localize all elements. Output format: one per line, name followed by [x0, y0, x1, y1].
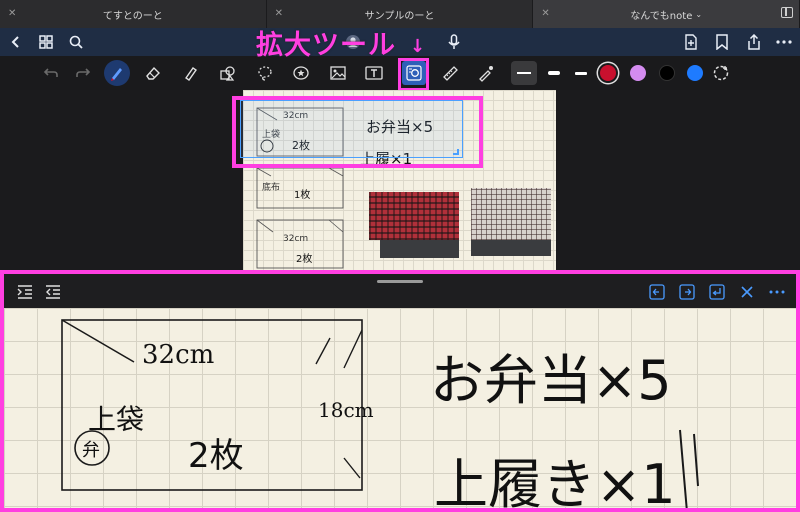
pen-icon[interactable]: [104, 60, 130, 86]
laser-pointer-icon[interactable]: [475, 62, 497, 84]
zoom-note-1: お弁当×5: [430, 349, 672, 412]
eraser-icon[interactable]: [142, 62, 164, 84]
tab-label: サンプルのーと: [364, 10, 435, 22]
annotation-page-highlight: [232, 96, 483, 168]
close-icon[interactable]: ✕: [541, 8, 549, 19]
ruler-icon[interactable]: [439, 62, 461, 84]
color-lavender-swatch[interactable]: [630, 65, 646, 81]
back-icon[interactable]: [6, 32, 26, 52]
zoom-writing-canvas[interactable]: 32cm 18cm 上袋 弁 2枚 お弁当×5 上履き×1: [4, 308, 796, 512]
color-picker-icon[interactable]: [710, 62, 732, 84]
new-line-icon[interactable]: [708, 283, 726, 301]
more-icon[interactable]: [774, 32, 794, 52]
annotation-label: 拡大ツール: [256, 30, 396, 61]
tab-nandemo-note[interactable]: ✕ なんでもnote ⌄: [533, 0, 800, 28]
mic-icon[interactable]: [444, 32, 464, 52]
tab-bar: ✕ てすとのーと ✕ サンプルのーと ✕ なんでもnote ⌄: [0, 0, 800, 28]
fabric-grey-base: [471, 240, 551, 256]
stroke-width-medium[interactable]: [568, 61, 594, 85]
move-left-icon[interactable]: [648, 283, 666, 301]
sticker-icon[interactable]: [290, 62, 312, 84]
share-icon[interactable]: [744, 32, 764, 52]
sketch-count-label: 2枚: [188, 436, 244, 476]
tab-tesuto-note[interactable]: ✕ てすとのーと: [0, 0, 267, 28]
sketch-circle-mark: 弁: [82, 440, 100, 461]
sketch-width-label: 32cm: [142, 340, 215, 370]
grid-icon[interactable]: [36, 32, 56, 52]
stroke-width-thin[interactable]: [511, 61, 537, 85]
text-icon[interactable]: [363, 62, 385, 84]
tab-label: てすとのーと: [102, 10, 163, 22]
zoom-note-2: 上履き×1: [434, 453, 676, 512]
undo-icon[interactable]: [40, 62, 62, 84]
bookmark-icon[interactable]: [712, 32, 732, 52]
sketch-height-label: 18cm: [318, 398, 374, 422]
add-page-icon[interactable]: [681, 32, 701, 52]
chevron-down-icon[interactable]: ⌄: [695, 10, 702, 19]
shape-icon[interactable]: [217, 62, 239, 84]
annotation-arrow: ↓: [410, 36, 426, 57]
sketch-3-count: 2枚: [296, 254, 313, 265]
color-red-swatch[interactable]: [600, 65, 616, 81]
app-root: ✕ てすとのーと ✕ サンプルのーと ✕ なんでもnote ⌄ 拡大ツール ↓ …: [0, 0, 800, 512]
sidebar-toggle-icon[interactable]: [781, 7, 794, 18]
more-icon[interactable]: [768, 283, 786, 301]
color-blue-swatch[interactable]: [687, 65, 703, 81]
sketch-2-title: 底布: [262, 183, 281, 193]
close-icon[interactable]: ✕: [275, 8, 283, 19]
close-icon[interactable]: ✕: [8, 8, 16, 19]
color-black-swatch[interactable]: [659, 65, 675, 81]
outdent-icon[interactable]: [44, 283, 62, 301]
fabric-grey-plaid-image[interactable]: [471, 188, 551, 240]
stroke-line: [575, 71, 587, 75]
close-zoom-icon[interactable]: [738, 283, 756, 301]
indent-icon[interactable]: [16, 283, 34, 301]
search-icon[interactable]: [66, 32, 86, 52]
redo-icon[interactable]: [72, 62, 94, 84]
sketch-name-label: 上袋: [88, 403, 145, 436]
stroke-line: [548, 71, 560, 75]
tab-label: なんでもnote: [630, 10, 693, 22]
annotation-zoom-tool-highlight: [398, 58, 429, 91]
fabric-red-plaid-image[interactable]: [369, 192, 459, 240]
zoom-panel: 32cm 18cm 上袋 弁 2枚 お弁当×5 上履き×1: [0, 270, 800, 512]
move-right-icon[interactable]: [678, 283, 696, 301]
sketch-2-count: 1枚: [294, 190, 311, 201]
nav-bar: [0, 28, 800, 56]
zoom-panel-toolbar: [4, 274, 796, 308]
lasso-icon[interactable]: [254, 62, 276, 84]
fabric-red-base: [380, 240, 459, 258]
stroke-line: [517, 72, 531, 74]
stroke-width-thick[interactable]: [541, 61, 567, 85]
highlighter-icon[interactable]: [180, 62, 202, 84]
image-icon[interactable]: [327, 62, 349, 84]
panel-drag-handle[interactable]: [377, 280, 423, 283]
sketch-3-dim: 32cm: [283, 234, 309, 244]
